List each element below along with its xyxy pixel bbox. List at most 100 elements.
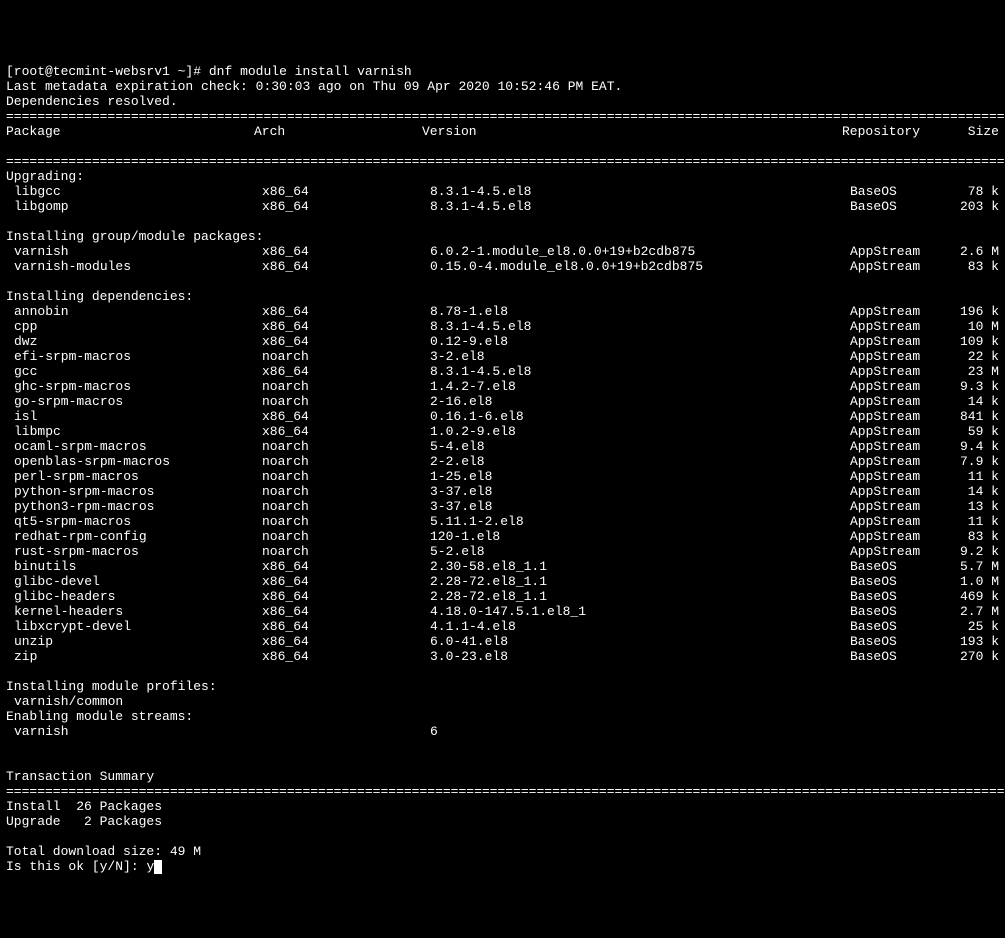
cell-repo: AppStream <box>850 244 950 259</box>
cell-arch: x86_64 <box>262 619 430 634</box>
cell-version: 5-2.el8 <box>430 544 850 559</box>
cell-repo: AppStream <box>850 439 950 454</box>
cell-size: 2.7 M <box>950 604 999 619</box>
cell-arch: noarch <box>262 454 430 469</box>
stream-name: varnish <box>6 724 262 739</box>
cell-arch: x86_64 <box>262 334 430 349</box>
cell-repo: AppStream <box>850 484 950 499</box>
cell-size: 22 k <box>950 349 999 364</box>
cell-size: 83 k <box>950 529 999 544</box>
cell-package: glibc-headers <box>6 589 262 604</box>
cell-package: dwz <box>6 334 262 349</box>
cell-package: rust-srpm-macros <box>6 544 262 559</box>
cell-version: 5-4.el8 <box>430 439 850 454</box>
cell-arch: noarch <box>262 439 430 454</box>
cell-version: 3-37.el8 <box>430 499 850 514</box>
command-text: dnf module install varnish <box>209 64 412 79</box>
cell-size: 270 k <box>950 649 999 664</box>
cell-package: python-srpm-macros <box>6 484 262 499</box>
cell-size: 11 k <box>950 469 999 484</box>
cell-repo: BaseOS <box>850 559 950 574</box>
cell-package: libgomp <box>6 199 262 214</box>
cell-size: 25 k <box>950 619 999 634</box>
cell-arch: x86_64 <box>262 574 430 589</box>
table-row: glibc-headersx86_642.28-72.el8_1.1BaseOS… <box>6 589 999 604</box>
cell-repo: AppStream <box>850 334 950 349</box>
cell-repo: AppStream <box>850 469 950 484</box>
cell-version: 5.11.1-2.el8 <box>430 514 850 529</box>
confirm-line[interactable]: Is this ok [y/N]: y <box>6 859 162 874</box>
cell-version: 8.78-1.el8 <box>430 304 850 319</box>
cell-package: unzip <box>6 634 262 649</box>
cell-version: 1.4.2-7.el8 <box>430 379 850 394</box>
cell-version: 8.3.1-4.5.el8 <box>430 184 850 199</box>
cell-repo: BaseOS <box>850 184 950 199</box>
cell-size: 11 k <box>950 514 999 529</box>
cell-version: 120-1.el8 <box>430 529 850 544</box>
cell-repo: AppStream <box>850 349 950 364</box>
table-row: dwzx86_640.12-9.el8AppStream109 k <box>6 334 999 349</box>
cell-package: redhat-rpm-config <box>6 529 262 544</box>
cell-package: efi-srpm-macros <box>6 349 262 364</box>
cell-repo: BaseOS <box>850 634 950 649</box>
cell-arch: x86_64 <box>262 409 430 424</box>
table-row: openblas-srpm-macrosnoarch2-2.el8AppStre… <box>6 454 999 469</box>
cell-package: cpp <box>6 319 262 334</box>
cell-size: 5.7 M <box>950 559 999 574</box>
table-row: qt5-srpm-macrosnoarch5.11.1-2.el8AppStre… <box>6 514 999 529</box>
rule-line: ========================================… <box>6 784 1005 799</box>
stream-row: varnish6 <box>6 724 999 739</box>
cell-version: 2.28-72.el8_1.1 <box>430 589 850 604</box>
cell-size: 2.6 M <box>950 244 999 259</box>
section-group: Installing group/module packages: <box>6 229 263 244</box>
table-row: libgccx86_648.3.1-4.5.el8BaseOS78 k <box>6 184 999 199</box>
cell-size: 83 k <box>950 259 999 274</box>
cell-arch: x86_64 <box>262 604 430 619</box>
cursor-icon <box>154 860 162 874</box>
cell-arch: x86_64 <box>262 304 430 319</box>
table-row: go-srpm-macrosnoarch2-16.el8AppStream14 … <box>6 394 999 409</box>
cell-arch: noarch <box>262 484 430 499</box>
cell-repo: AppStream <box>850 319 950 334</box>
cell-package: go-srpm-macros <box>6 394 262 409</box>
cell-size: 59 k <box>950 424 999 439</box>
table-row: gccx86_648.3.1-4.5.el8AppStream23 M <box>6 364 999 379</box>
terminal-output: [root@tecmint-websrv1 ~]# dnf module ins… <box>6 49 999 874</box>
cell-arch: noarch <box>262 514 430 529</box>
cell-size: 13 k <box>950 499 999 514</box>
cell-version: 3-2.el8 <box>430 349 850 364</box>
cell-repo: AppStream <box>850 499 950 514</box>
cell-version: 1.0.2-9.el8 <box>430 424 850 439</box>
cell-version: 2-2.el8 <box>430 454 850 469</box>
cell-package: libmpc <box>6 424 262 439</box>
table-row: libgompx86_648.3.1-4.5.el8BaseOS203 k <box>6 199 999 214</box>
section-profiles: Installing module profiles: <box>6 679 217 694</box>
cell-size: 14 k <box>950 484 999 499</box>
cell-size: 14 k <box>950 394 999 409</box>
cell-arch: x86_64 <box>262 559 430 574</box>
table-row: ocaml-srpm-macrosnoarch5-4.el8AppStream9… <box>6 439 999 454</box>
rule-line: ========================================… <box>6 109 1005 124</box>
cell-repo: BaseOS <box>850 199 950 214</box>
cell-version: 2.30-58.el8_1.1 <box>430 559 850 574</box>
section-upgrading: Upgrading: <box>6 169 84 184</box>
cell-package: glibc-devel <box>6 574 262 589</box>
table-row: cppx86_648.3.1-4.5.el8AppStream10 M <box>6 319 999 334</box>
table-row: ghc-srpm-macrosnoarch1.4.2-7.el8AppStrea… <box>6 379 999 394</box>
cell-package: varnish <box>6 244 262 259</box>
table-row: varnishx86_646.0.2-1.module_el8.0.0+19+b… <box>6 244 999 259</box>
cell-repo: BaseOS <box>850 619 950 634</box>
summary-upgrade: Upgrade 2 Packages <box>6 814 162 829</box>
cell-package: kernel-headers <box>6 604 262 619</box>
cell-size: 1.0 M <box>950 574 999 589</box>
cell-package: zip <box>6 649 262 664</box>
deps-resolved-line: Dependencies resolved. <box>6 94 178 109</box>
table-row: glibc-develx86_642.28-72.el8_1.1BaseOS1.… <box>6 574 999 589</box>
table-row: rust-srpm-macrosnoarch5-2.el8AppStream9.… <box>6 544 999 559</box>
cell-arch: noarch <box>262 544 430 559</box>
cell-version: 0.16.1-6.el8 <box>430 409 850 424</box>
cell-arch: x86_64 <box>262 184 430 199</box>
cell-repo: BaseOS <box>850 604 950 619</box>
cell-size: 23 M <box>950 364 999 379</box>
confirm-input[interactable]: y <box>146 859 154 874</box>
